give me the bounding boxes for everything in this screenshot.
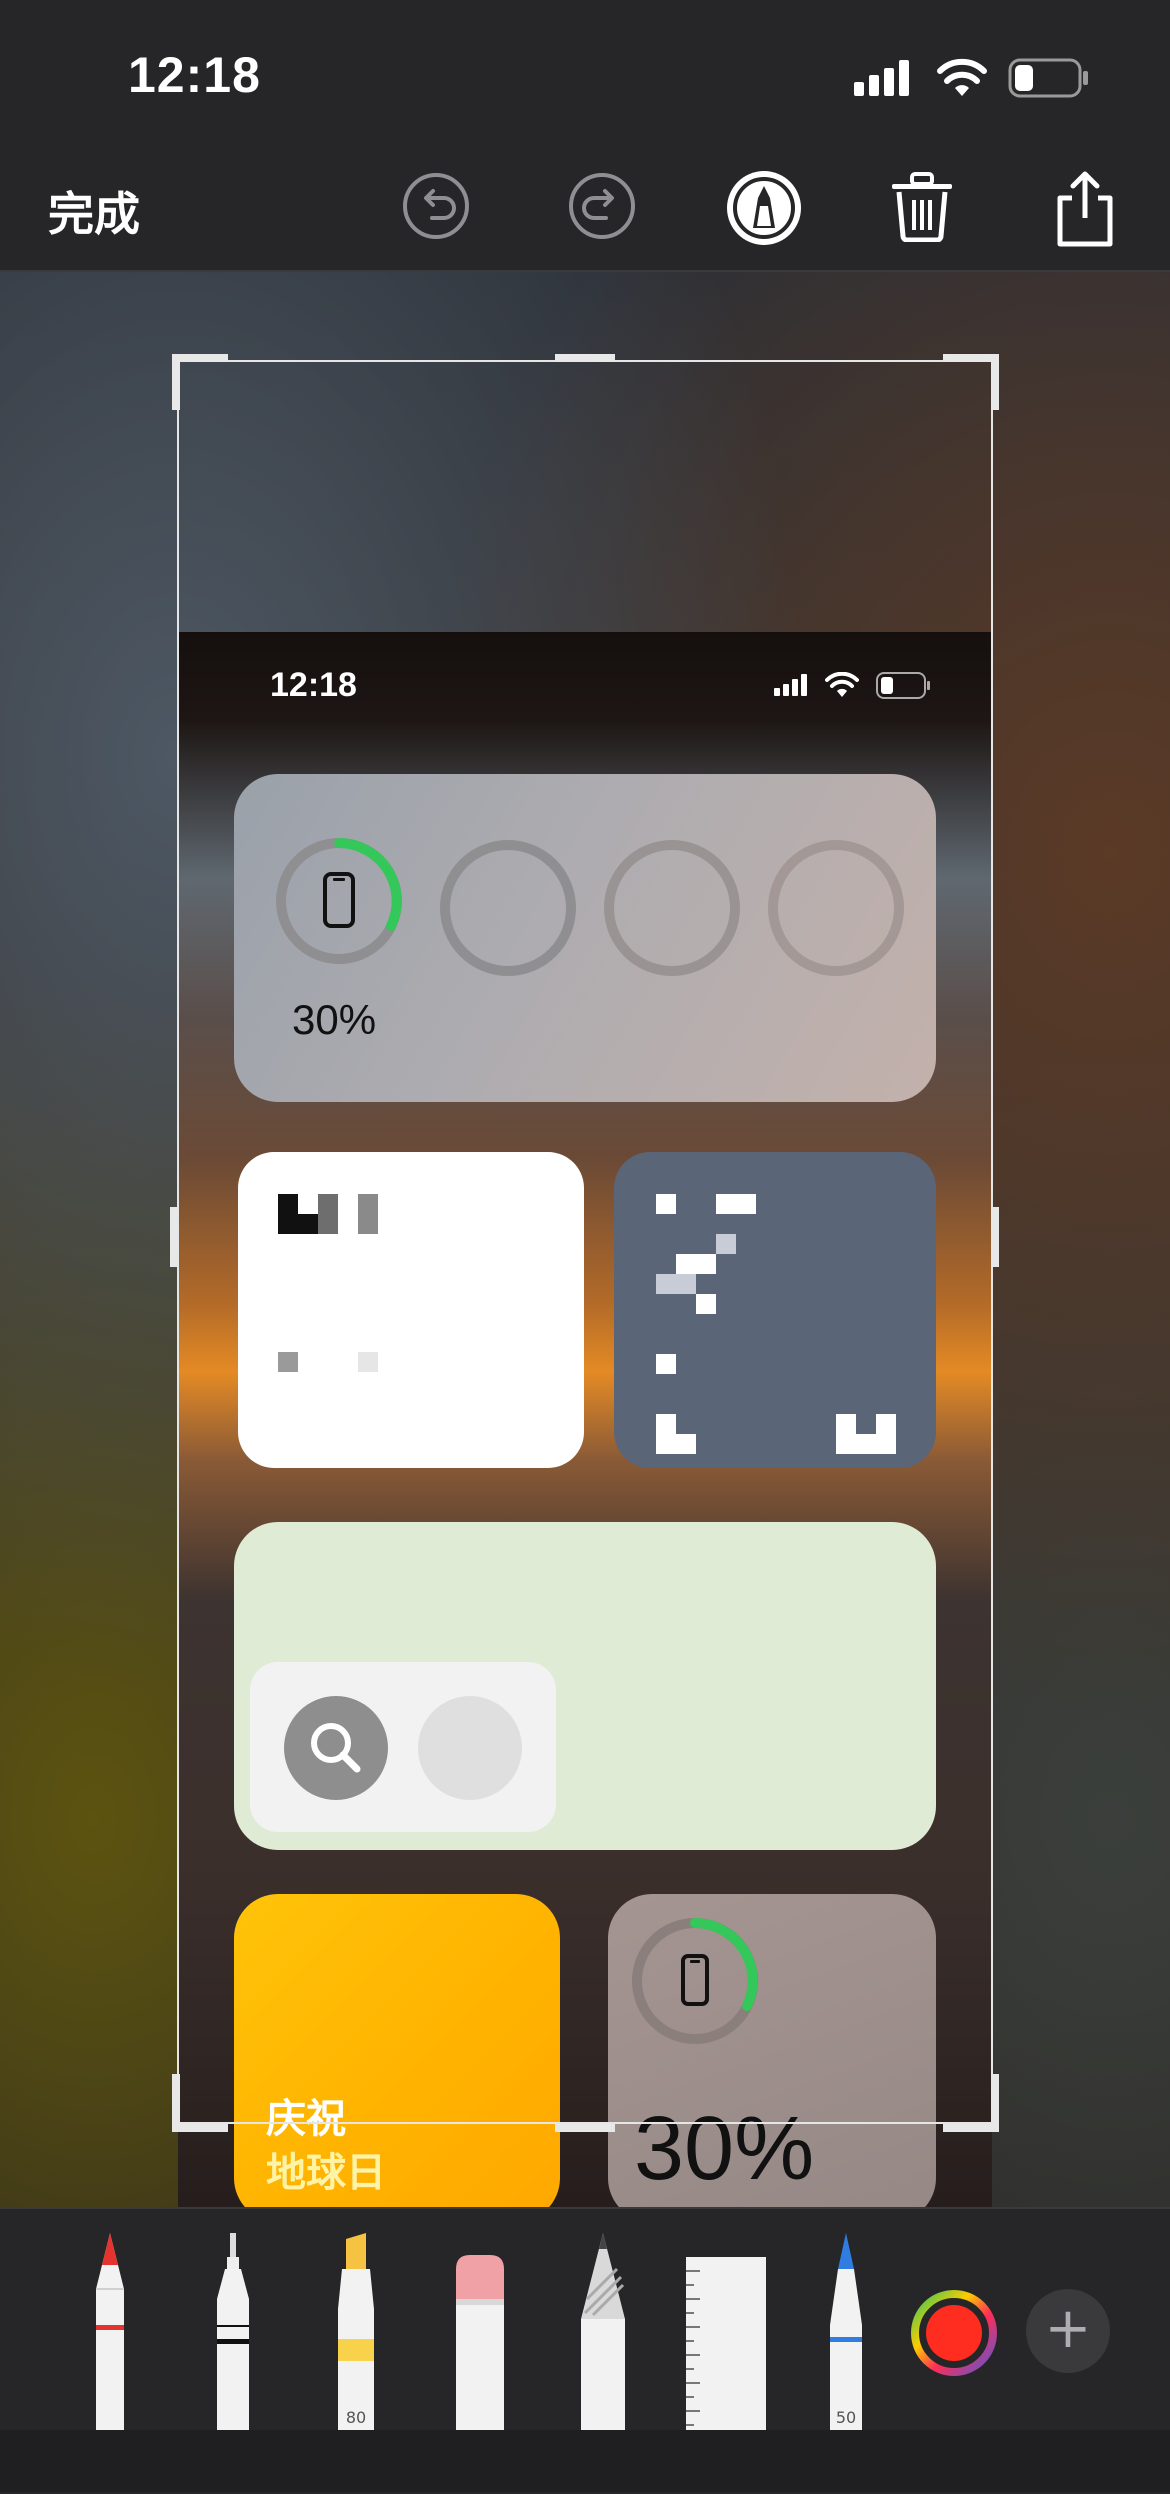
redo-icon[interactable] — [566, 170, 638, 242]
undo-icon[interactable] — [400, 170, 472, 242]
wifi-icon — [937, 58, 987, 96]
search-icon — [311, 1723, 361, 1773]
screenshot-wifi-icon — [825, 672, 859, 697]
battery-percent-label: 30% — [292, 996, 377, 1043]
battery-ring-empty-2 — [604, 840, 740, 976]
crop-handle-bottom[interactable] — [555, 2124, 615, 2132]
screenshot-battery-icon — [876, 672, 930, 699]
highlighter-tool[interactable]: 80 — [326, 2229, 386, 2439]
crop-handle-right[interactable] — [991, 1207, 999, 1267]
home-indicator-area — [0, 2430, 1170, 2492]
earth-day-widget[interactable]: 庆祝 地球日 — [234, 1894, 560, 2207]
redacted-widget-right — [614, 1152, 936, 1468]
placeholder-circle — [418, 1696, 522, 1800]
earth-day-line1: 庆祝 — [266, 2096, 346, 2142]
markup-canvas[interactable]: 12:18 30% 庆祝 地球日 30% — [0, 272, 1170, 2207]
search-widget-panel — [250, 1662, 556, 1832]
batteries-widget[interactable]: 30% — [234, 774, 936, 1102]
crop-handle-top-left-v[interactable] — [172, 354, 180, 410]
highlighter-size-label: 80 — [346, 2408, 366, 2427]
search-button[interactable] — [284, 1696, 388, 1800]
battery-ring-phone — [276, 838, 402, 964]
screenshot-signal-icon — [774, 674, 807, 696]
battery-small-ring — [632, 1918, 758, 2044]
status-time: 12:18 — [128, 47, 261, 103]
battery-ring-empty-1 — [440, 840, 576, 976]
crop-handle-bottom-left[interactable] — [172, 2124, 228, 2132]
crop-handle-top-right-v[interactable] — [991, 354, 999, 410]
fineliner-tool[interactable] — [203, 2229, 263, 2439]
battery-icon — [1008, 58, 1088, 98]
battery-ring-empty-3 — [768, 840, 904, 976]
markup-toolbar: 完成 — [0, 150, 1170, 272]
ruler-tool[interactable] — [686, 2257, 766, 2439]
screenshot-preview[interactable]: 12:18 30% 庆祝 地球日 30% — [178, 632, 992, 2207]
search-widget[interactable] — [234, 1522, 936, 1850]
device-status-bar: 12:18 — [0, 0, 1170, 150]
crop-handle-bottom-left-v[interactable] — [172, 2074, 180, 2132]
color-picker-button[interactable] — [910, 2289, 998, 2377]
add-tool-button[interactable]: + — [1026, 2289, 1110, 2373]
trash-icon[interactable] — [890, 172, 954, 242]
pencil-tool[interactable] — [573, 2229, 633, 2439]
crayon-tool[interactable]: 50 — [816, 2229, 876, 2439]
crayon-size-label: 50 — [836, 2408, 856, 2427]
redacted-widget-left — [238, 1152, 584, 1468]
pen-tool[interactable] — [80, 2229, 140, 2439]
screenshot-status-time: 12:18 — [270, 666, 357, 704]
markup-pen-icon[interactable] — [724, 168, 804, 248]
eraser-tool[interactable] — [450, 2229, 510, 2439]
cellular-signal-icon — [854, 60, 909, 96]
crop-handle-bottom-right-v[interactable] — [991, 2074, 999, 2132]
crop-handle-top-left[interactable] — [172, 354, 228, 362]
crop-handle-left[interactable] — [170, 1207, 178, 1267]
battery-small-percent: 30% — [634, 2099, 815, 2199]
crop-handle-top[interactable] — [555, 354, 615, 362]
done-button[interactable]: 完成 — [48, 178, 140, 244]
share-icon[interactable] — [1054, 168, 1116, 248]
selected-color-swatch — [926, 2305, 982, 2361]
earth-day-line2: 地球日 — [266, 2150, 386, 2196]
battery-small-widget[interactable]: 30% — [608, 1894, 936, 2207]
